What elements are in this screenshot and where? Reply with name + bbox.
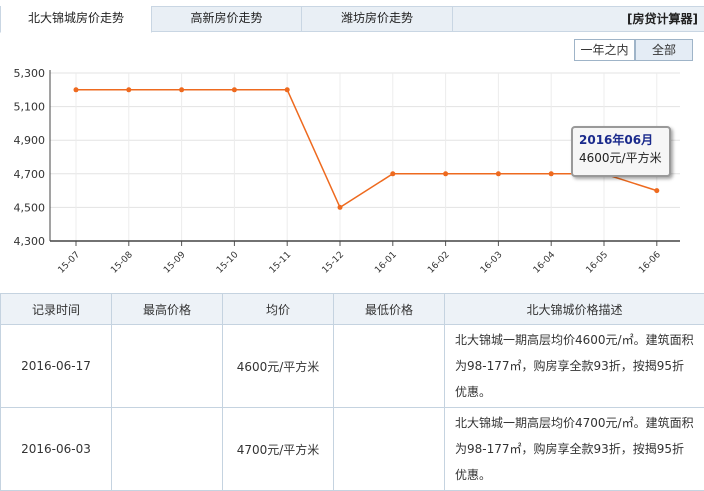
cell-avg: 4600元/平方米 <box>223 325 334 408</box>
y-tick-label: 4,700 <box>14 168 46 181</box>
x-tick-label: 15-08 <box>109 250 135 276</box>
chart-tooltip: 2016年06月 4600元/平方米 <box>571 126 671 177</box>
x-tick-label: 16-03 <box>479 250 505 276</box>
x-tick-label: 16-01 <box>373 250 399 276</box>
x-tick-label: 16-05 <box>585 250 611 276</box>
cell-max <box>112 408 223 491</box>
tooltip-price: 4600元/平方米 <box>579 148 663 168</box>
x-tick-label: 15-07 <box>57 250 83 276</box>
x-tick-label: 15-12 <box>321 250 347 276</box>
data-point[interactable] <box>232 87 237 92</box>
data-point[interactable] <box>654 188 659 193</box>
cell-max <box>112 325 223 408</box>
cell-min <box>334 325 445 408</box>
x-tick-label: 15-10 <box>215 250 241 276</box>
y-tick-label: 5,100 <box>14 101 46 114</box>
cell-description: 北大锦城一期高层均价4600元/㎡。建筑面积为98-177㎡，购房享全款93折，… <box>445 325 704 408</box>
price-series-line <box>76 90 657 208</box>
data-point[interactable] <box>285 87 290 92</box>
data-point[interactable] <box>496 171 501 176</box>
header-price-description: 北大锦城价格描述 <box>445 294 704 325</box>
data-point[interactable] <box>338 205 343 210</box>
cell-avg: 4700元/平方米 <box>223 408 334 491</box>
table-row: 2016-06-17 4600元/平方米 北大锦城一期高层均价4600元/㎡。建… <box>1 325 704 408</box>
table-row: 2016-06-03 4700元/平方米 北大锦城一期高层均价4700元/㎡。建… <box>1 408 704 491</box>
x-tick-label: 16-02 <box>426 250 452 276</box>
data-point[interactable] <box>390 171 395 176</box>
table-header-row: 记录时间 最高价格 均价 最低价格 北大锦城价格描述 <box>1 294 704 325</box>
data-point[interactable] <box>126 87 131 92</box>
cell-date: 2016-06-03 <box>1 408 112 491</box>
header-min-price: 最低价格 <box>334 294 445 325</box>
data-point[interactable] <box>179 87 184 92</box>
x-tick-label: 16-06 <box>637 250 663 276</box>
cell-date: 2016-06-17 <box>1 325 112 408</box>
x-tick-label: 15-09 <box>162 250 188 276</box>
price-record-table: 记录时间 最高价格 均价 最低价格 北大锦城价格描述 2016-06-17 46… <box>0 293 704 491</box>
cell-min <box>334 408 445 491</box>
header-record-time: 记录时间 <box>1 294 112 325</box>
data-point[interactable] <box>74 87 79 92</box>
header-avg-price: 均价 <box>223 294 334 325</box>
data-point[interactable] <box>549 171 554 176</box>
y-tick-label: 4,300 <box>14 235 46 248</box>
data-point[interactable] <box>443 171 448 176</box>
y-tick-label: 4,900 <box>14 134 46 147</box>
x-tick-label: 15-11 <box>268 250 294 276</box>
cell-description: 北大锦城一期高层均价4700元/㎡。建筑面积为98-177㎡，购房享全款93折，… <box>445 408 704 491</box>
header-max-price: 最高价格 <box>112 294 223 325</box>
x-tick-label: 16-04 <box>532 250 558 276</box>
y-tick-label: 5,300 <box>14 67 46 80</box>
tooltip-date: 2016年06月 <box>579 132 663 148</box>
y-tick-label: 4,500 <box>14 201 46 214</box>
